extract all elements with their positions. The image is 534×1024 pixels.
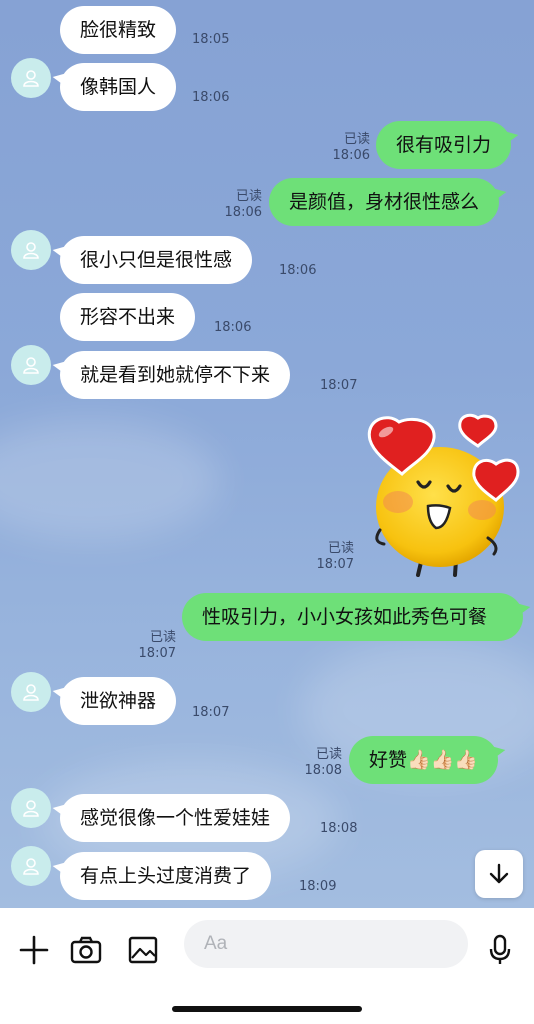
- read-receipt: 已读: [149, 630, 176, 645]
- default-user-icon: [23, 70, 39, 87]
- message-time: 18:06: [192, 90, 230, 105]
- message-input[interactable]: [184, 920, 468, 968]
- message-time: 18:06: [279, 263, 317, 278]
- chat-area[interactable]: 脸很精致 18:05 像韩国人 18:06 已读 18:06 很有吸引力 已读 …: [0, 0, 534, 908]
- message-bubble-incoming[interactable]: 感觉很像一个性爱娃娃: [60, 794, 291, 842]
- message-time: 18:07: [192, 705, 230, 720]
- message-time: 18:07: [320, 378, 358, 393]
- message-bubble-outgoing[interactable]: 性吸引力，小小女孩如此秀色可餐: [182, 593, 523, 641]
- contact-avatar[interactable]: [11, 58, 51, 98]
- message-time: 18:07: [138, 646, 176, 661]
- message-time: 18:09: [299, 879, 337, 894]
- default-user-icon: [23, 800, 39, 817]
- message-time: 18:06: [224, 205, 262, 220]
- plus-icon: [19, 935, 49, 965]
- home-indicator: [172, 1006, 362, 1012]
- background-cloud: [0, 420, 220, 540]
- microphone-icon: [489, 934, 511, 964]
- message-time: 18:06: [214, 320, 252, 335]
- message-bubble-incoming[interactable]: 泄欲神器: [60, 677, 177, 725]
- message-bubble-incoming[interactable]: 形容不出来: [60, 293, 196, 341]
- add-button[interactable]: [14, 930, 54, 970]
- default-user-icon: [23, 684, 39, 701]
- message-bubble-incoming[interactable]: 脸很精致: [60, 6, 177, 54]
- message-time: 18:08: [320, 821, 358, 836]
- contact-avatar[interactable]: [11, 846, 51, 886]
- read-receipt: 已读: [315, 747, 342, 762]
- message-time: 18:08: [304, 763, 342, 778]
- message-bubble-outgoing[interactable]: 是颜值，身材很性感么: [269, 178, 500, 226]
- contact-avatar[interactable]: [11, 230, 51, 270]
- arrow-down-icon: [489, 863, 509, 884]
- message-bubble-incoming[interactable]: 很小只但是很性感: [60, 236, 253, 284]
- image-icon: [128, 936, 158, 964]
- image-button[interactable]: [123, 930, 163, 970]
- message-time: 18:07: [316, 557, 354, 572]
- message-bubble-incoming[interactable]: 像韩国人: [60, 63, 177, 111]
- message-time: 18:06: [332, 148, 370, 163]
- message-bubble-outgoing[interactable]: 很有吸引力: [376, 121, 512, 169]
- message-bubble-outgoing[interactable]: 好赞👍🏻👍🏻👍🏻: [349, 736, 498, 784]
- read-receipt: 已读: [235, 189, 262, 204]
- read-receipt: 已读: [327, 541, 354, 556]
- heart-face-sticker[interactable]: [360, 410, 525, 580]
- default-user-icon: [23, 858, 39, 875]
- contact-avatar[interactable]: [11, 788, 51, 828]
- voice-button[interactable]: [480, 930, 520, 970]
- message-bubble-incoming[interactable]: 有点上头过度消费了: [60, 852, 272, 900]
- camera-icon: [70, 936, 102, 964]
- contact-avatar[interactable]: [11, 672, 51, 712]
- scroll-to-bottom-button[interactable]: [475, 850, 523, 898]
- read-receipt: 已读: [343, 132, 370, 147]
- message-time: 18:05: [192, 32, 230, 47]
- default-user-icon: [23, 357, 39, 374]
- camera-button[interactable]: [66, 930, 106, 970]
- default-user-icon: [23, 242, 39, 259]
- contact-avatar[interactable]: [11, 345, 51, 385]
- message-bubble-incoming[interactable]: 就是看到她就停不下来: [60, 351, 291, 399]
